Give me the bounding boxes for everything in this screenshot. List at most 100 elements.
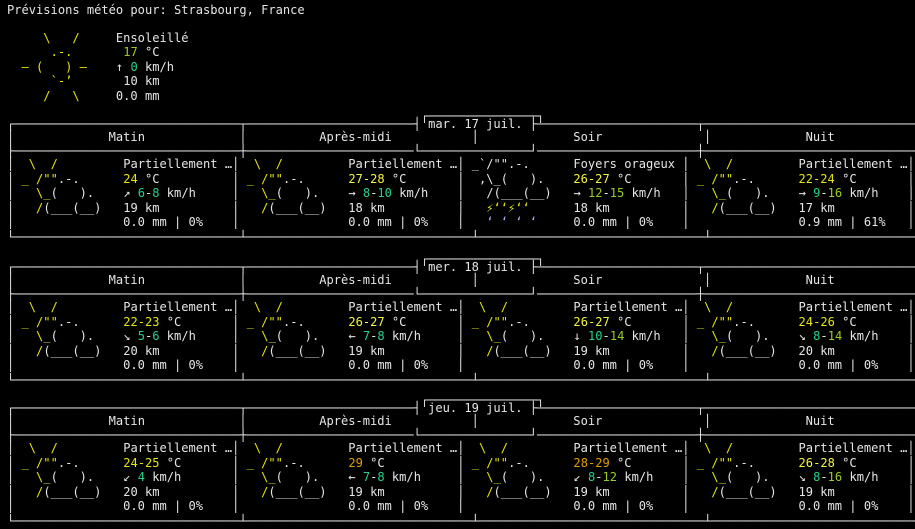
period-header: Nuit xyxy=(805,413,835,428)
period-chance: 0% xyxy=(863,358,879,373)
period-chance: 0% xyxy=(188,358,204,373)
day-period-row: │ 0.0 mm | 0% │ 0.0 mm | 0% │ 0.0 mm | 0… xyxy=(7,358,915,373)
header-line: Prévisions météo pour: Strasbourg, Franc… xyxy=(7,3,305,18)
wind-arrow-icon: ↗ xyxy=(123,186,131,201)
period-visibility: 18 km xyxy=(573,200,683,215)
period-precip: 0.0 mm xyxy=(348,358,392,373)
wind-arrow-icon: ↘ xyxy=(123,329,131,344)
period-chance: 0% xyxy=(188,499,204,514)
period-visibility: 19 km xyxy=(798,484,908,499)
period-visibility: 19 km xyxy=(123,200,233,215)
current-temp: 17 xyxy=(123,45,138,60)
period-visibility: 19 km xyxy=(573,484,683,499)
day-period-row: │ \ / Partiellement …│ \ / Partiellement… xyxy=(7,157,915,171)
period-header: Soir xyxy=(573,272,603,287)
period-precip: 0.0 mm xyxy=(123,358,167,373)
period-temp: 26-28 xyxy=(798,455,835,470)
period-visibility: 17 km xyxy=(798,200,908,215)
period-precip: 0.0 mm xyxy=(348,215,392,230)
wind-arrow-icon: ← xyxy=(348,329,356,344)
period-chance: 0% xyxy=(638,358,654,373)
period-temp: 22-23 xyxy=(123,314,160,329)
day-period-row: │ \ / Partiellement …│ \ / Partiellement… xyxy=(7,300,915,314)
day-column-headers: │ Matin │ Après-midi │ Soir │ Nuit │ xyxy=(7,129,835,144)
day-period-row: │ \ / Partiellement …│ \ / Partiellement… xyxy=(7,441,915,455)
current-precip: 0.0 mm xyxy=(115,88,160,103)
period-visibility: 18 km xyxy=(348,200,458,215)
period-condition: Partiellement … xyxy=(123,300,233,314)
period-header: Matin xyxy=(108,272,145,287)
period-condition: Partiellement … xyxy=(123,441,233,455)
day-period-row: │ _ /"".-. 24-25 °C │ _ /"".-. 29 °C │ _… xyxy=(7,455,915,470)
day-period-row: │ 0.0 mm | 0% │ 0.0 mm | 0% │ ‘ ‘ ‘ ‘ 0.… xyxy=(7,215,915,230)
period-condition: Foyers orageux xyxy=(573,157,683,171)
day-column-headers: │ Matin │ Après-midi │ Soir │ Nuit │ xyxy=(7,272,835,287)
period-header: Après-midi xyxy=(319,129,392,144)
period-condition: Partiellement … xyxy=(573,441,683,455)
period-visibility: 20 km xyxy=(798,343,908,358)
period-chance: 0% xyxy=(413,215,429,230)
day-table-border: └───────────────────────────────┴───────… xyxy=(7,514,915,528)
period-condition: Partiellement … xyxy=(348,441,458,455)
period-temp: 28-29 xyxy=(573,455,610,470)
period-condition: Partiellement … xyxy=(123,157,233,171)
period-condition: Partiellement … xyxy=(798,441,908,455)
current-line: / \ 0.0 mm xyxy=(43,88,160,103)
period-header: Après-midi xyxy=(319,413,392,428)
period-visibility: 19 km xyxy=(573,343,683,358)
period-chance: 0% xyxy=(413,499,429,514)
period-precip: 0.0 mm xyxy=(348,499,392,514)
period-header: Nuit xyxy=(805,272,835,287)
terminal-output: Prévisions météo pour: Strasbourg, Franc… xyxy=(0,0,915,529)
wind-arrow-icon: ↓ xyxy=(573,329,581,344)
period-precip: 0.0 mm xyxy=(573,499,617,514)
forecast-title: Prévisions météo pour: Strasbourg, Franc… xyxy=(7,3,305,17)
period-header: Soir xyxy=(573,129,603,144)
period-chance: 0% xyxy=(413,358,429,373)
day-period-row: │ \_( ). ↙ 4 km/h │ \_( ). ← 7-8 km/h │ … xyxy=(7,470,915,485)
period-visibility: 20 km xyxy=(123,343,233,358)
period-header: Nuit xyxy=(805,129,835,144)
wind-arrow-icon: → xyxy=(798,186,806,201)
wind-arrow-icon: ↙ xyxy=(573,470,581,485)
period-chance: 0% xyxy=(863,499,879,514)
period-condition: Partiellement … xyxy=(798,300,908,314)
current-visibility: 10 km xyxy=(123,74,160,89)
day-period-row: │ _ /"".-. 22-23 °C │ _ /"".-. 26-27 °C … xyxy=(7,314,915,329)
wind-arrow-icon: ↙ xyxy=(123,470,131,485)
current-line: `-’ 10 km xyxy=(50,74,160,89)
day-period-row: │ /(___(__) 20 km │ /(___(__) 19 km │ /(… xyxy=(7,484,915,499)
current-condition: Ensoleillé xyxy=(115,31,189,45)
period-precip: 0.0 mm xyxy=(573,358,617,373)
wind-arrow-icon: ↑ xyxy=(115,59,124,74)
wind-arrow-icon: ↘ xyxy=(798,470,806,485)
period-precip: 0.0 mm xyxy=(123,215,167,230)
period-header: Matin xyxy=(108,413,145,428)
period-condition: Partiellement … xyxy=(348,157,458,171)
day-column-headers: │ Matin │ Après-midi │ Soir │ Nuit │ xyxy=(7,413,835,428)
wind-arrow-icon: ↘ xyxy=(798,329,806,344)
period-temp: 22-24 xyxy=(798,171,835,186)
period-precip: 0.0 mm xyxy=(798,499,843,514)
period-temp: 26-27 xyxy=(348,314,385,329)
current-line: \ / Ensoleillé xyxy=(43,31,189,45)
period-precip: 0.0 mm xyxy=(798,358,843,373)
day-period-row: │ \_( ). ↗ 6-8 km/h │ \_( ). → 8-10 km/h… xyxy=(7,186,915,201)
period-condition: Partiellement … xyxy=(573,300,683,314)
day-table-border: └───────────────────────────────┴───────… xyxy=(7,230,915,244)
period-chance: 0% xyxy=(638,215,654,230)
period-header: Après-midi xyxy=(319,272,392,287)
period-temp: 27-28 xyxy=(348,171,385,186)
day-period-row: │ /(___(__) 20 km │ /(___(__) 19 km │ /(… xyxy=(7,343,915,358)
period-chance: 0% xyxy=(188,215,204,230)
period-visibility: 19 km xyxy=(348,343,458,358)
period-temp: 24-26 xyxy=(798,314,835,329)
period-visibility: 20 km xyxy=(123,484,233,499)
period-temp: 26-27 xyxy=(573,314,610,329)
wind-arrow-icon: → xyxy=(573,186,581,201)
period-visibility: 19 km xyxy=(348,484,458,499)
current-line: .-. 17 °C xyxy=(50,45,160,60)
period-condition: Partiellement … xyxy=(798,157,908,171)
period-chance: 61% xyxy=(863,215,886,230)
period-header: Matin xyxy=(108,129,145,144)
